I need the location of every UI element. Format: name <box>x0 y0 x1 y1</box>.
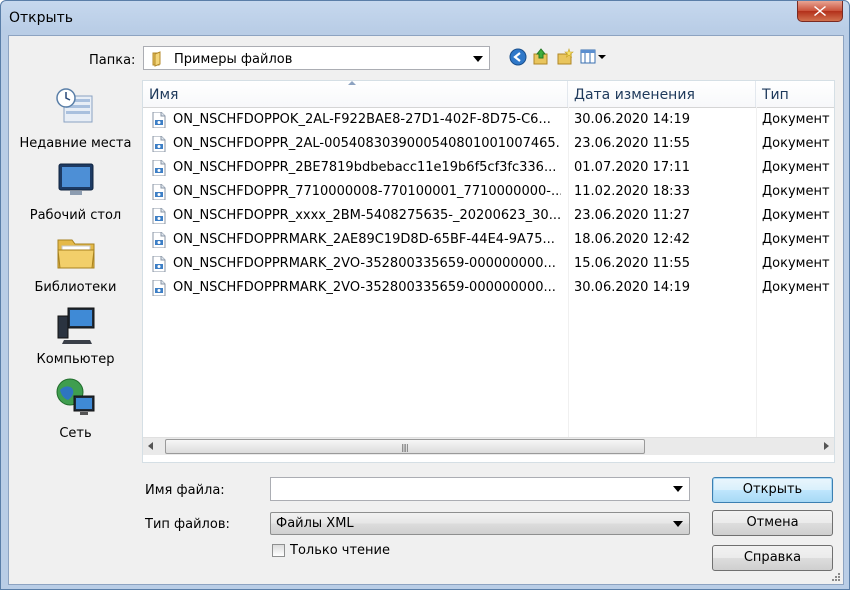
xml-file-icon <box>152 280 166 296</box>
xml-file-icon <box>152 232 166 248</box>
file-name: ON_NSCHFDOPPR_2BE7819bdbebacc11e19b6f5cf… <box>173 160 557 175</box>
grip-icon: |||| <box>401 443 409 452</box>
file-date: 15.06.2020 11:55 <box>574 256 691 271</box>
file-row[interactable]: ON_NSCHFDOPPRMARK_2VO-352800335659-00000… <box>143 252 834 276</box>
folder-combo[interactable]: Примеры файлов <box>143 46 490 70</box>
column-header-label: Имя <box>149 87 179 103</box>
close-icon <box>814 6 826 16</box>
window-title: Открыть <box>9 10 73 26</box>
resize-grip-icon[interactable] <box>831 572 841 582</box>
column-header-type[interactable]: Тип <box>756 81 834 107</box>
scroll-right-icon[interactable] <box>824 442 829 450</box>
filetype-value: Файлы XML <box>276 516 354 531</box>
chevron-down-icon[interactable] <box>673 486 683 492</box>
file-date: 18.06.2020 12:42 <box>574 232 691 247</box>
sort-ascending-icon <box>348 81 356 85</box>
new-folder-icon[interactable] <box>556 48 574 66</box>
file-type: Документ XML <box>762 208 834 223</box>
view-menu-icon[interactable] <box>580 48 608 66</box>
xml-file-icon <box>152 160 166 176</box>
file-row[interactable]: ON_NSCHFDOPPR_2BE7819bdbebacc11e19b6f5cf… <box>143 156 834 180</box>
file-name: ON_NSCHFDOPPR_7710000008-770100001_77100… <box>173 184 561 199</box>
folder-icon <box>152 51 161 67</box>
file-type: Документ XML <box>762 160 834 175</box>
back-icon[interactable] <box>509 48 527 66</box>
chevron-down-icon[interactable] <box>473 56 483 62</box>
xml-file-icon <box>152 256 166 272</box>
file-row[interactable]: ON_NSCHFDOPPR_2AL-0054083039000540801001… <box>143 132 834 156</box>
open-button[interactable]: Открыть <box>712 477 833 503</box>
filename-input[interactable] <box>270 477 690 501</box>
place-label: Недавние места <box>19 136 132 151</box>
file-name: ON_NSCHFDOPPRMARK_2VO-352800335659-00000… <box>173 256 556 271</box>
column-header-label: Дата изменения <box>574 87 695 103</box>
place-computer[interactable]: Компьютер <box>9 302 142 367</box>
desktop-icon <box>58 163 93 195</box>
file-name: ON_NSCHFDOPPRMARK_2AE89C19D8D-65BF-44E4-… <box>173 232 555 247</box>
recent-places-icon <box>55 88 92 123</box>
file-name: ON_NSCHFDOPPRMARK_2VO-352800335659-00000… <box>173 280 556 295</box>
filename-label: Имя файла: <box>145 483 225 498</box>
file-name: ON_NSCHFDOPPR_xxxx_2BM-5408275635-_20200… <box>173 208 561 223</box>
place-recent[interactable]: Недавние места <box>9 86 142 151</box>
file-list[interactable]: Имя Дата изменения Тип ON_NSCHFDOPPOK_2A… <box>142 80 835 463</box>
readonly-checkbox[interactable] <box>272 544 285 557</box>
scroll-left-icon[interactable] <box>148 442 153 450</box>
file-row[interactable]: ON_NSCHFDOPPR_xxxx_2BM-5408275635-_20200… <box>143 204 834 228</box>
file-date: 01.07.2020 17:11 <box>574 160 691 175</box>
file-row[interactable]: ON_NSCHFDOPPRMARK_2AE89C19D8D-65BF-44E4-… <box>143 228 834 252</box>
place-network[interactable]: Сеть <box>9 376 142 441</box>
place-label: Компьютер <box>36 352 115 367</box>
file-name: ON_NSCHFDOPPOK_2AL-F922BAE8-27D1-402F-8D… <box>173 112 551 127</box>
place-label: Сеть <box>59 426 92 441</box>
file-type: Документ XML <box>762 256 834 271</box>
place-label: Рабочий стол <box>29 208 122 223</box>
help-button[interactable]: Справка <box>712 545 833 571</box>
file-row[interactable]: ON_NSCHFDOPPOK_2AL-F922BAE8-27D1-402F-8D… <box>143 108 834 132</box>
column-header-label: Тип <box>762 87 789 103</box>
horizontal-scrollbar[interactable]: |||| <box>143 437 834 455</box>
xml-file-icon <box>152 208 166 224</box>
file-type: Документ XML <box>762 136 834 151</box>
places-bar: Недавние места Рабочий стол Библиотеки К… <box>9 80 142 500</box>
filetype-label: Тип файлов: <box>145 517 230 532</box>
file-date: 11.02.2020 18:33 <box>574 184 691 199</box>
file-date: 23.06.2020 11:27 <box>574 208 691 223</box>
xml-file-icon <box>152 112 166 128</box>
filename-field[interactable] <box>273 480 663 498</box>
readonly-label: Только чтение <box>290 543 391 558</box>
list-header: Имя Дата изменения Тип <box>143 81 834 108</box>
chevron-down-icon[interactable] <box>673 521 683 527</box>
folder-label: Папка: <box>89 53 136 68</box>
file-row[interactable]: ON_NSCHFDOPPR_7710000008-770100001_77100… <box>143 180 834 204</box>
libraries-icon <box>56 239 95 269</box>
file-type: Документ XML <box>762 184 834 199</box>
cancel-button[interactable]: Отмена <box>712 510 833 536</box>
xml-file-icon <box>152 136 166 152</box>
title-bar: Открыть <box>1 1 849 35</box>
close-button[interactable] <box>797 1 843 22</box>
computer-icon <box>57 307 94 344</box>
column-header-date[interactable]: Дата изменения <box>568 81 756 107</box>
place-libraries[interactable]: Библиотеки <box>9 230 142 295</box>
file-name: ON_NSCHFDOPPR_2AL-0054083039000540801001… <box>173 136 561 151</box>
scrollbar-thumb[interactable]: |||| <box>165 439 645 454</box>
up-folder-icon[interactable] <box>532 48 550 66</box>
dialog-body: Папка: Примеры файлов Недавние места Раб… <box>8 35 844 585</box>
file-type: Документ XML <box>762 112 834 127</box>
place-desktop[interactable]: Рабочий стол <box>9 158 142 223</box>
folder-value: Примеры файлов <box>174 52 293 67</box>
place-label: Библиотеки <box>34 280 117 295</box>
open-file-dialog: Открыть Папка: Примеры файлов Недавние м… <box>0 0 850 590</box>
xml-file-icon <box>152 184 166 200</box>
file-type: Документ XML <box>762 232 834 247</box>
file-date: 30.06.2020 14:19 <box>574 112 691 127</box>
file-type: Документ XML <box>762 280 834 295</box>
network-icon <box>56 378 94 415</box>
file-row[interactable]: ON_NSCHFDOPPRMARK_2VO-352800335659-00000… <box>143 276 834 300</box>
file-date: 23.06.2020 11:55 <box>574 136 691 151</box>
filetype-select[interactable]: Файлы XML <box>270 512 690 535</box>
file-date: 30.06.2020 14:19 <box>574 280 691 295</box>
